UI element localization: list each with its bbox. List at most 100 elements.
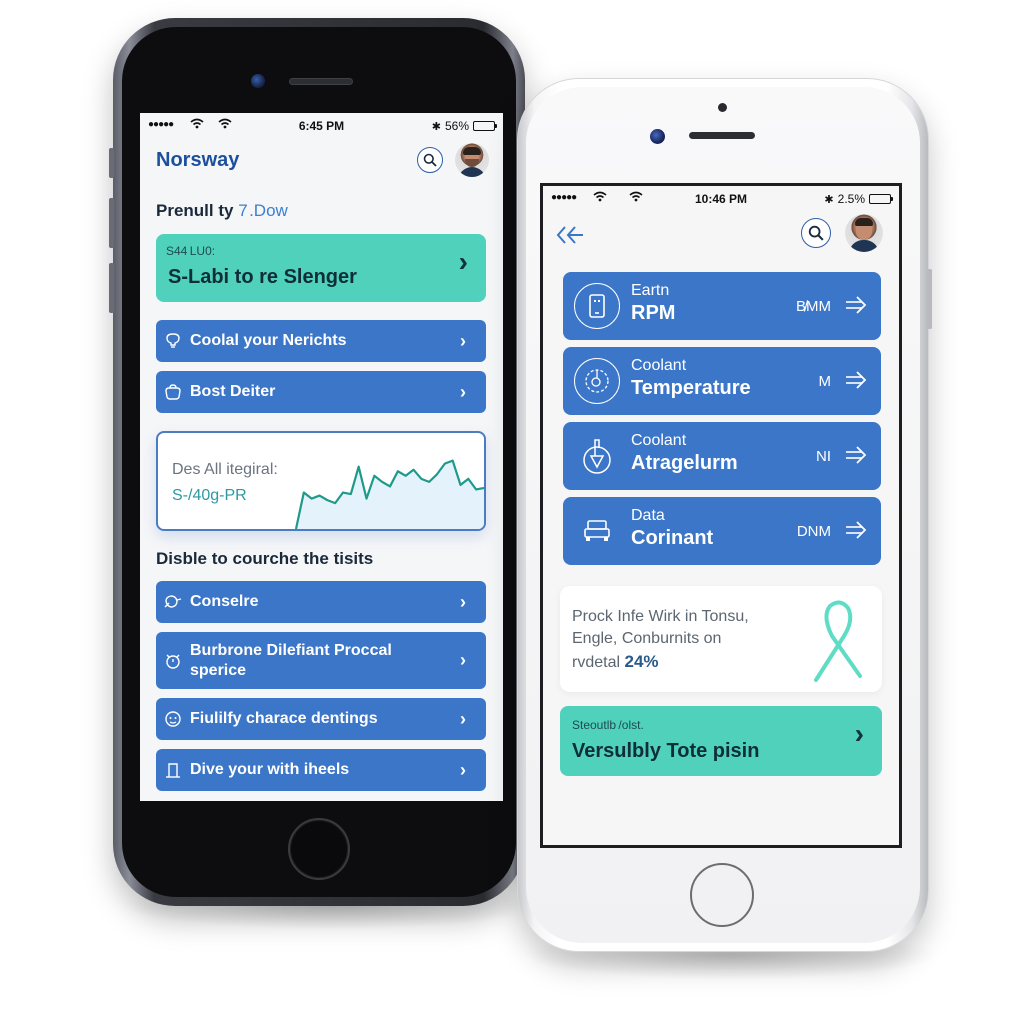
alarm-clock-icon	[156, 652, 190, 670]
list-item-label: Conselre	[190, 593, 259, 610]
power-button	[927, 269, 932, 329]
list-item[interactable]: Coolal your Nerichts ›	[156, 320, 486, 362]
metric-name: Temperature	[631, 377, 751, 399]
metric-unit: B̸MM	[796, 298, 831, 315]
metric-row-coolant-temperature[interactable]: Coolant Temperature M	[563, 347, 881, 415]
app-header	[543, 212, 899, 272]
info-line-prefix: rvdetal	[572, 654, 621, 671]
battery-icon	[473, 121, 497, 131]
search-icon[interactable]	[417, 147, 443, 173]
info-line: Prock Infe Wirk in Tonsu,	[572, 608, 749, 625]
face-icon	[156, 710, 190, 728]
battery-percent: 56%	[444, 119, 469, 133]
list-item-label: Bost Deiter	[190, 383, 276, 400]
list-item[interactable]: Burbrone Dilefiant Proccal sperice ›	[156, 632, 486, 689]
list-item[interactable]: Bost Deiter ›	[156, 371, 486, 413]
subtitle-main: Prenull ty	[156, 201, 234, 220]
section-subtitle: Prenull ty 7 .Dow	[156, 201, 288, 221]
proximity-sensor	[718, 103, 727, 112]
metric-label: Coolant	[631, 432, 687, 449]
promo-card[interactable]: S44 LU0: S-Labi to re Slenger ›	[156, 234, 486, 302]
metric-name: Corinant	[631, 527, 714, 549]
metric-row-coolant-atragelurm[interactable]: Coolant Atragelurm NI	[563, 422, 881, 490]
bag-icon	[156, 383, 190, 401]
info-line: rvdetal 24%	[572, 652, 659, 672]
phone-icon	[574, 283, 620, 329]
promo-card-title: S-Labi to re Slenger	[168, 266, 357, 288]
earpiece-speaker	[689, 132, 755, 139]
app-header: Norsway	[140, 139, 503, 189]
promo-card[interactable]: Steoutlb /olst. Versulbly Tote pisin ›	[560, 706, 882, 776]
chevron-right-icon: ›	[460, 330, 466, 351]
arrow-right-icon	[843, 367, 869, 398]
section-title: Disble to courche the tisits	[156, 549, 374, 568]
chevron-right-icon: ›	[460, 591, 466, 612]
status-bar: ●●●●● 6:45 PM ✱ 56%	[140, 113, 503, 139]
info-percent: 24%	[624, 652, 659, 671]
door-icon	[156, 761, 190, 779]
list-item[interactable]: Fiulilfy charace dentings ›	[156, 698, 486, 740]
arrow-right-icon	[843, 517, 869, 548]
ribbon-icon	[814, 600, 862, 682]
promo-card-caption: Steoutlb /olst.	[572, 718, 644, 732]
car-icon	[574, 508, 620, 554]
right-phone-screen: ●●●●● 10:46 PM ✱ 2.5% Eartn RPM B̸MM Coo…	[540, 183, 902, 848]
metric-label: Coolant	[631, 357, 687, 374]
earpiece-speaker	[289, 78, 353, 85]
lightbulb-icon	[156, 332, 190, 350]
metric-unit: M	[818, 373, 832, 390]
bluetooth-icon: ✱	[431, 120, 441, 133]
battery-icon	[869, 194, 893, 204]
metric-unit: DNM	[796, 523, 831, 540]
arrow-right-icon	[843, 292, 869, 323]
gauge-icon	[574, 358, 620, 404]
metric-row-data-corinant[interactable]: Data Corinant DNM	[563, 497, 881, 565]
info-card[interactable]: Prock Infe Wirk in Tonsu, Engle, Conburn…	[560, 586, 882, 692]
chart-card[interactable]: Des All itegiral: S-/40g-PR	[156, 431, 486, 531]
metric-row-rpm[interactable]: Eartn RPM B̸MM	[563, 272, 881, 340]
list-item[interactable]: Conselre ›	[156, 581, 486, 623]
chevron-right-icon: ›	[460, 759, 466, 780]
volume-down-button	[109, 263, 114, 313]
pot-icon	[156, 593, 190, 611]
battery-status: ✱ 2.5%	[824, 192, 893, 206]
thermometer-icon	[574, 433, 620, 479]
subtitle-accent: 7 .Dow	[238, 201, 288, 220]
metric-name: RPM	[631, 302, 676, 324]
chevron-right-icon: ›	[460, 708, 466, 729]
app-title: Norsway	[156, 149, 240, 171]
sparkline-chart	[294, 459, 484, 529]
arrow-right-icon	[843, 442, 869, 473]
metric-label: Eartn	[631, 282, 670, 299]
metric-name: Atragelurm	[631, 452, 738, 474]
metric-unit: NI	[816, 448, 831, 465]
promo-card-title: Versulbly Tote pisin	[572, 740, 760, 762]
volume-up-button	[109, 198, 114, 248]
promo-card-caption: S44 LU0:	[166, 244, 216, 258]
status-bar: ●●●●● 10:46 PM ✱ 2.5%	[543, 186, 899, 212]
metric-label: Data	[631, 507, 665, 524]
chevron-right-icon: ›	[460, 381, 466, 402]
chevron-right-icon: ›	[458, 246, 468, 277]
list-item-label: Fiulilfy charace dentings	[190, 710, 378, 727]
battery-percent: 2.5%	[837, 192, 865, 206]
mute-switch	[109, 148, 114, 178]
left-phone-screen: ●●●●● 6:45 PM ✱ 56% Norsway Prenull ty 7…	[140, 113, 503, 801]
avatar[interactable]	[845, 214, 883, 252]
double-chevron-left-icon[interactable]	[555, 224, 585, 251]
bluetooth-icon: ✱	[824, 193, 834, 206]
front-camera	[650, 129, 665, 144]
list-item-label: Coolal your Nerichts	[190, 332, 347, 349]
search-icon[interactable]	[801, 218, 831, 248]
list-item-label: Dive your with iheels	[190, 761, 350, 778]
info-line: Engle, Conburnits on	[572, 630, 722, 647]
home-button[interactable]	[690, 863, 754, 927]
home-button[interactable]	[288, 818, 350, 880]
battery-status: ✱ 56%	[431, 119, 497, 133]
chevron-right-icon: ›	[460, 650, 466, 670]
list-item[interactable]: Dive your with iheels ›	[156, 749, 486, 791]
front-camera	[251, 74, 265, 88]
list-item-label: Burbrone Dilefiant Proccal sperice	[190, 641, 392, 679]
chevron-right-icon: ›	[854, 718, 864, 749]
avatar[interactable]	[455, 143, 489, 177]
